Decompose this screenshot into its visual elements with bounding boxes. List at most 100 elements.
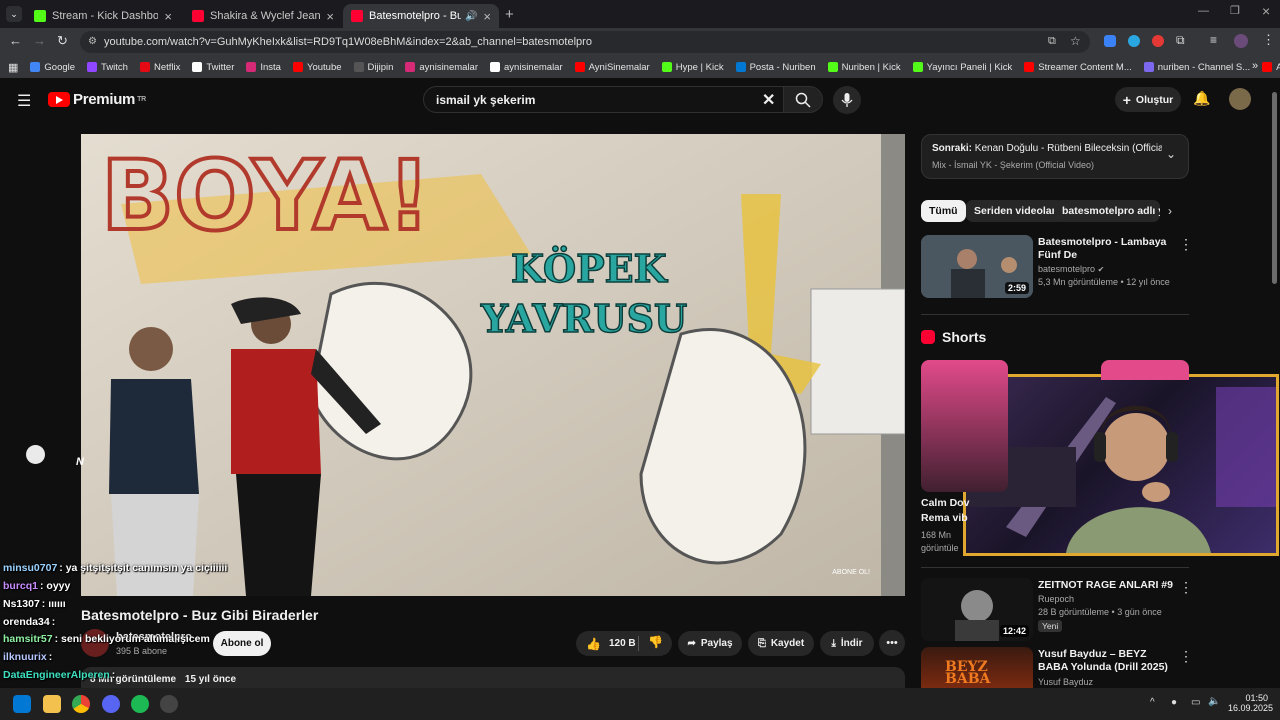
video-player[interactable]: BOYA! KÖPEK YAVRUSU ABONE OL! — [81, 134, 905, 596]
short-title[interactable]: Calm Dov — [921, 497, 969, 510]
search-input[interactable]: ismail yk şekerim ✕ — [423, 86, 785, 113]
network-icon[interactable]: ▭ — [1191, 697, 1200, 708]
related-title[interactable]: ZEITNOT RAGE ANLARI #9 — [1038, 579, 1173, 592]
bookmark-item[interactable]: Streamer Content M... — [1024, 62, 1132, 73]
more-options-icon[interactable]: ⋮ — [1179, 579, 1193, 596]
extension-globe-icon[interactable] — [1128, 35, 1140, 47]
discord-icon[interactable] — [102, 695, 120, 713]
address-bar[interactable]: ⚙ youtube.com/watch?v=GuhMyKheIxk&list=R… — [80, 31, 1090, 53]
bookmark-item[interactable]: nuriben - Channel S... — [1143, 62, 1250, 73]
save-button[interactable]: ⎘ Kaydet — [748, 631, 814, 656]
tab-kick-dashboard[interactable]: Stream - Kick Dashboard × — [26, 4, 180, 28]
bookmark-item[interactable]: aynisinemalar — [490, 62, 563, 73]
chat-username[interactable]: orenda34 — [3, 616, 50, 628]
related-channel[interactable]: Ruepoch — [1038, 593, 1074, 606]
chat-username[interactable]: DataEngineerAlperen — [3, 669, 110, 681]
bookmark-item[interactable]: Netflix — [139, 62, 180, 73]
bookmark-item[interactable]: Google — [30, 62, 75, 73]
tray-chevron-icon[interactable]: ^ — [1150, 697, 1155, 708]
start-icon[interactable] — [13, 695, 31, 713]
chip-channel[interactable]: batesmotelpro adlı yü — [1054, 200, 1160, 222]
tab-batesmotelpro[interactable]: Batesmotelpro - Buz Gibi Bi 🔊 × — [343, 4, 499, 28]
youtube-premium-logo[interactable]: Premium TR — [48, 91, 146, 108]
bookmark-item[interactable]: AyniSinemalar — [574, 62, 650, 73]
more-options-icon[interactable]: ⋮ — [1179, 236, 1193, 253]
related-channel[interactable]: batesmotelpro ✔ — [1038, 263, 1104, 276]
like-icon[interactable]: 👍 — [586, 637, 601, 651]
app-icon[interactable] — [160, 695, 178, 713]
share-button[interactable]: ➦ Paylaş — [678, 631, 742, 656]
bookmark-star-icon[interactable]: ☆ — [1070, 34, 1081, 48]
restore-icon[interactable]: ❐ — [1230, 4, 1240, 17]
chevron-down-icon[interactable]: ⌄ — [1166, 147, 1176, 161]
page-scrollbar[interactable] — [1272, 92, 1277, 284]
notifications-bell-icon[interactable]: 🔔 — [1193, 90, 1210, 107]
account-avatar[interactable] — [1229, 88, 1251, 110]
bookmark-item[interactable]: Youtube — [292, 62, 342, 73]
tab-search-icon[interactable]: ⌄ — [6, 6, 22, 22]
bookmark-item[interactable]: Posta - Nuriben — [735, 62, 816, 73]
extension-shield-icon[interactable] — [1104, 35, 1116, 47]
audio-playing-icon[interactable]: 🔊 — [465, 11, 477, 22]
chat-username[interactable]: ilknuurix — [3, 651, 47, 663]
bookmark-item[interactable]: Yayıncı Paneli | Kick — [912, 62, 1012, 73]
bookmark-item[interactable]: Aynı Sinemalar - Ça... — [1262, 62, 1280, 73]
extensions-puzzle-icon[interactable]: ⧉ — [1176, 33, 1185, 48]
close-icon[interactable]: × — [483, 9, 491, 24]
related-thumbnail[interactable]: 2:59 — [921, 235, 1033, 298]
more-options-icon[interactable]: ⋮ — [1179, 648, 1193, 665]
window-close-icon[interactable]: × — [1262, 3, 1270, 19]
subscribe-button[interactable]: Abone ol — [213, 631, 271, 656]
tab-shakira[interactable]: Shakira & Wyclef Jean - Hips D × — [184, 4, 342, 28]
short-title-2[interactable]: Rema vib — [921, 512, 968, 525]
menu-kebab-icon[interactable]: ⋮ — [1262, 32, 1275, 48]
chat-username[interactable]: burcq1 — [3, 580, 38, 592]
volume-icon[interactable]: 🔈 — [1208, 696, 1220, 707]
file-explorer-icon[interactable] — [43, 695, 61, 713]
related-thumbnail[interactable]: BEYZ BABA — [921, 647, 1033, 688]
chat-username[interactable]: Ns1307 — [3, 598, 40, 610]
clear-search-icon[interactable]: ✕ — [762, 90, 775, 110]
bookmark-item[interactable]: Dijipin — [353, 62, 393, 73]
clock[interactable]: 01:50 16.09.2025 — [1228, 693, 1273, 713]
site-info-icon[interactable]: ⚙ — [88, 36, 97, 47]
short-thumbnail-2[interactable] — [1101, 360, 1189, 380]
dislike-icon[interactable]: 👎 — [648, 635, 663, 649]
bookmark-item[interactable]: Twitter — [192, 62, 234, 73]
spotify-icon[interactable] — [131, 695, 149, 713]
more-actions-button[interactable]: ••• — [879, 630, 905, 656]
chat-username[interactable]: hamsitr57 — [3, 633, 53, 645]
extension-red-icon[interactable] — [1152, 35, 1164, 47]
related-title[interactable]: Yusuf Bayduz – BEYZ BABA Yolunda (Drill … — [1038, 648, 1173, 674]
playlist-panel[interactable]: Sonraki: Kenan Doğulu - Rütbeni Bileceks… — [921, 134, 1189, 179]
chrome-icon[interactable] — [72, 695, 90, 713]
install-icon[interactable]: ⧉ — [1048, 35, 1056, 48]
microphone-tray-icon[interactable]: ● — [1171, 697, 1177, 708]
more-bookmarks-icon[interactable]: » — [1252, 60, 1258, 72]
search-button[interactable] — [783, 86, 823, 113]
hamburger-menu-icon[interactable]: ☰ — [17, 91, 31, 111]
bookmark-item[interactable]: Twitch — [87, 62, 128, 73]
like-count[interactable]: 120 B — [609, 638, 636, 649]
related-title[interactable]: Batesmotelpro - Lambaya Fünf De — [1038, 236, 1173, 262]
create-button[interactable]: + Oluştur — [1115, 87, 1181, 112]
bookmark-item[interactable]: Hype | Kick — [661, 62, 724, 73]
chip-all[interactable]: Tümü — [921, 200, 966, 222]
chat-username[interactable]: minsu0707 — [3, 562, 57, 574]
reload-icon[interactable]: ↻ — [57, 33, 68, 49]
bookmark-item[interactable]: aynisinemalar — [405, 62, 478, 73]
bookmark-item[interactable]: Nuriben | Kick — [827, 62, 901, 73]
download-button[interactable]: ⤓ İndir — [820, 631, 874, 656]
apps-grid-icon[interactable]: ▦ — [8, 61, 18, 74]
chip-series[interactable]: Seriden videolar — [966, 200, 1064, 222]
bookmark-item[interactable]: Insta — [246, 62, 281, 73]
close-icon[interactable]: × — [164, 9, 172, 24]
profile-avatar[interactable] — [1234, 34, 1248, 48]
reading-list-icon[interactable]: ≡ — [1210, 33, 1217, 47]
new-tab-icon[interactable]: + — [505, 6, 514, 23]
forward-icon[interactable]: → — [33, 33, 46, 48]
voice-search-button[interactable] — [833, 86, 861, 114]
minimize-icon[interactable]: — — [1198, 5, 1209, 17]
related-thumbnail[interactable]: 12:42 — [921, 578, 1033, 641]
short-thumbnail[interactable] — [921, 360, 1008, 492]
